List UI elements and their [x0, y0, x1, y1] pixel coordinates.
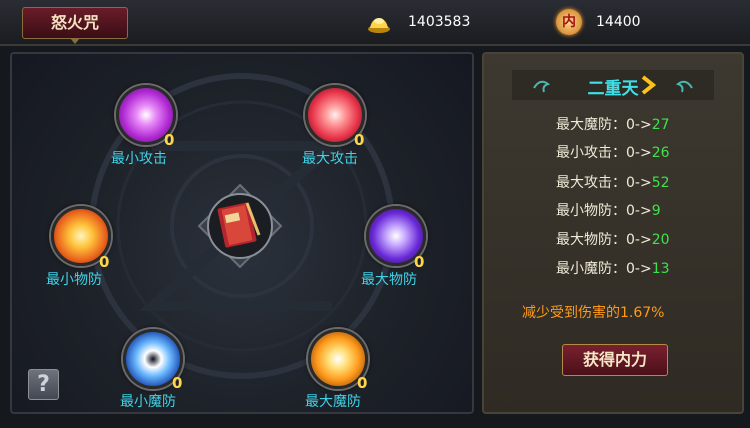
help-button[interactable]: ? — [28, 369, 59, 400]
max-attack-label: 最大攻击 — [302, 151, 358, 167]
stat-row: 最大攻击：0->52 — [556, 175, 670, 191]
stats-panel: 二重天 最大魔防：0->27 最小攻击：0->26 最大攻击：0->52 最小物… — [482, 52, 744, 414]
spell-book-icon — [197, 183, 283, 269]
inner-power-badge-icon: 内 — [556, 9, 582, 35]
stat-row: 最小物防：0->9 — [556, 203, 661, 219]
min-phys-def-level: 0 — [99, 253, 110, 271]
realm-header: 二重天 — [484, 68, 742, 102]
min-attack-level: 0 — [164, 131, 175, 149]
max-magic-def-level: 0 — [357, 374, 368, 392]
max-attack-level: 0 — [354, 131, 365, 149]
max-phys-def-level: 0 — [414, 253, 425, 271]
min-magic-def-level: 0 — [172, 374, 183, 392]
stat-row: 最小魔防：0->13 — [556, 261, 670, 277]
stat-row: 最大物防：0->20 — [556, 232, 670, 248]
obtain-inner-power-button[interactable]: 获得内力 — [562, 344, 668, 376]
gold-amount: 1403583 — [408, 14, 471, 30]
inner-power-amount: 14400 — [596, 14, 641, 30]
gold-ingot-icon — [368, 18, 390, 33]
tab-nuhuozhou[interactable]: 怒火咒 — [22, 7, 128, 39]
damage-reduction-text: 减少受到伤害的1.67% — [522, 305, 665, 321]
tab-indicator — [70, 38, 80, 44]
min-attack-label: 最小攻击 — [111, 151, 167, 167]
min-phys-def-label: 最小物防 — [46, 272, 102, 288]
max-magic-def-label: 最大魔防 — [305, 394, 361, 410]
top-bar: 怒火咒 1403583 内 14400 — [0, 0, 750, 46]
realm-title: 二重天 — [587, 79, 639, 99]
tab-label: 怒火咒 — [50, 13, 99, 32]
max-phys-def-label: 最大物防 — [361, 272, 417, 288]
stat-row: 最大魔防：0->27 — [556, 117, 670, 133]
min-magic-def-label: 最小魔防 — [120, 394, 176, 410]
next-arrow-icon[interactable] — [640, 75, 656, 95]
stat-row: 最小攻击：0->26 — [556, 145, 670, 161]
